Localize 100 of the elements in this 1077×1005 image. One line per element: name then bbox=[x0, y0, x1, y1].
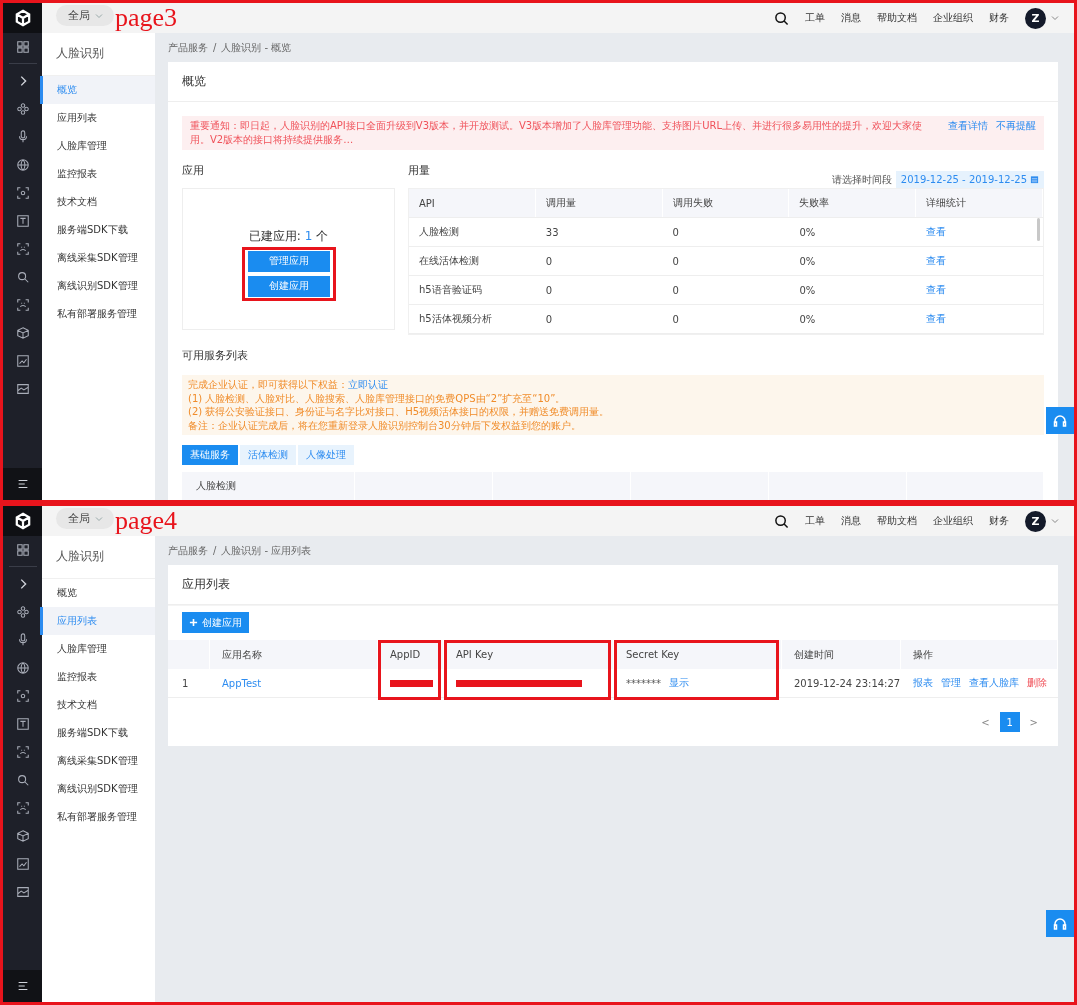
column-header: 应用名称 bbox=[210, 640, 378, 669]
magnifier-icon[interactable] bbox=[15, 773, 30, 787]
sidebar-item[interactable]: 监控报表 bbox=[40, 160, 155, 188]
sidebar-item[interactable]: 监控报表 bbox=[40, 663, 155, 691]
headset-icon[interactable] bbox=[1052, 915, 1068, 932]
app-name-link[interactable]: AppTest bbox=[222, 677, 262, 689]
banner-text: (1) 人脸检测、人脸对比、人脸搜索、人脸库管理接口的免费QPS由“2”扩充至“10”。 bbox=[188, 391, 567, 405]
calendar-icon[interactable] bbox=[1030, 175, 1039, 184]
grid-icon[interactable] bbox=[15, 40, 30, 54]
sidebar-item[interactable]: 私有部署服务管理 bbox=[40, 300, 155, 328]
nodes-icon[interactable] bbox=[15, 605, 30, 619]
nav-link[interactable]: 企业组织 bbox=[933, 514, 973, 528]
sidebar-item[interactable]: 概览 bbox=[40, 579, 155, 607]
cube-icon[interactable] bbox=[15, 326, 30, 340]
sidebar-item[interactable]: 服务端SDK下载 bbox=[40, 719, 155, 747]
image-icon[interactable] bbox=[15, 885, 30, 899]
face-frame-icon[interactable] bbox=[15, 298, 30, 312]
table-cell-text: 人脸检测 bbox=[418, 225, 460, 239]
view-link[interactable]: 查看 bbox=[926, 225, 947, 239]
sidebar-item[interactable]: 服务端SDK下载 bbox=[40, 216, 155, 244]
annotation-label: page4 bbox=[115, 508, 178, 534]
avatar[interactable]: Z bbox=[1025, 7, 1046, 29]
apps-count: 已建应用: 1 个 bbox=[248, 227, 329, 245]
column-header: 失败率 bbox=[789, 189, 917, 217]
sidebar-item[interactable]: 技术文档 bbox=[40, 188, 155, 216]
nav-link[interactable]: 消息 bbox=[841, 514, 861, 528]
search-icon[interactable] bbox=[774, 10, 789, 26]
avatar[interactable]: Z bbox=[1025, 510, 1046, 532]
scope-dropdown[interactable]: 全局 bbox=[56, 5, 114, 26]
scan-icon[interactable] bbox=[15, 689, 30, 703]
column-header: 调用量 bbox=[535, 189, 663, 217]
action-link[interactable]: 报表 bbox=[913, 676, 933, 690]
sidebar-item[interactable]: 技术文档 bbox=[40, 691, 155, 719]
chart-icon[interactable] bbox=[15, 354, 30, 368]
scan-icon[interactable] bbox=[15, 186, 30, 200]
column-header: 操作 bbox=[901, 640, 1058, 669]
sidebar-item[interactable]: 人脸库管理 bbox=[40, 132, 155, 160]
sidebar-item[interactable]: 离线识别SDK管理 bbox=[40, 775, 155, 803]
globe-icon[interactable] bbox=[15, 661, 30, 675]
sidebar-item[interactable]: 人脸库管理 bbox=[40, 635, 155, 663]
nav-link[interactable]: 帮助文档 bbox=[877, 514, 917, 528]
breadcrumb-separator: / bbox=[213, 42, 217, 53]
breadcrumb-item: 人脸识别 - 概览 bbox=[221, 40, 292, 55]
magnifier-icon[interactable] bbox=[15, 270, 30, 284]
plus-icon[interactable] bbox=[189, 618, 198, 627]
table-cell-text: 0 bbox=[671, 283, 680, 298]
nav-link[interactable]: 财务 bbox=[989, 11, 1009, 25]
banner-text: 完成企业认证，即可获得以下权益： bbox=[188, 379, 348, 390]
nodes-icon[interactable] bbox=[15, 102, 30, 116]
card-title: 概览 bbox=[168, 62, 1058, 102]
redaction-bar bbox=[390, 679, 434, 687]
column-header: 人脸检测 bbox=[182, 472, 355, 500]
headset-icon[interactable] bbox=[1052, 412, 1068, 429]
table-cell-text: 0 bbox=[671, 312, 680, 327]
face-frame-icon[interactable] bbox=[15, 242, 30, 256]
image-icon[interactable] bbox=[15, 382, 30, 396]
view-link[interactable]: 查看 bbox=[926, 283, 947, 297]
table-cell-text: 33 bbox=[544, 225, 560, 240]
next-page-button[interactable]: > bbox=[1025, 716, 1042, 728]
previous-page-button[interactable]: < bbox=[977, 716, 994, 728]
table-cell-text: h5活体视频分析 bbox=[418, 312, 493, 326]
sidebar-item[interactable]: 私有部署服务管理 bbox=[40, 803, 155, 831]
nav-link[interactable]: 工单 bbox=[805, 514, 825, 528]
nav-link[interactable]: 消息 bbox=[841, 11, 861, 25]
support-button[interactable] bbox=[1046, 910, 1074, 937]
cube-icon[interactable] bbox=[15, 829, 30, 843]
sidebar-item[interactable]: 应用列表 bbox=[40, 104, 155, 132]
breadcrumb-item[interactable]: 产品服务 bbox=[168, 543, 208, 558]
nav-link[interactable]: 工单 bbox=[805, 11, 825, 25]
table-cell-text: 0 bbox=[544, 312, 554, 327]
breadcrumb-item[interactable]: 产品服务 bbox=[168, 40, 208, 55]
action-link[interactable]: 删除 bbox=[1027, 676, 1047, 690]
globe-icon[interactable] bbox=[15, 158, 30, 172]
nav-link[interactable]: 企业组织 bbox=[933, 11, 973, 25]
action-link[interactable]: 管理 bbox=[941, 676, 961, 690]
face-frame-icon[interactable] bbox=[15, 745, 30, 759]
table-cell: 1 bbox=[168, 669, 210, 698]
table-cell: 2019-12-24 23:14:27 bbox=[782, 669, 901, 698]
notice-text: 重要通知：即日起，人脸识别的API接口全面升级到V3版本，并开放测试。V3版本增加了人脸库管理功能、支持图片URL上传、并进行很多易用性的提升，欢迎大家使用。V2版本的接口将持续提供服务… bbox=[190, 119, 924, 147]
table-cell-text: h5语音验证码 bbox=[418, 283, 483, 297]
view-link[interactable]: 查看 bbox=[926, 254, 947, 268]
nav-link[interactable]: 财务 bbox=[989, 514, 1009, 528]
support-button[interactable] bbox=[1046, 407, 1074, 434]
text-box-icon[interactable] bbox=[15, 717, 30, 731]
sidebar-item[interactable]: 离线采集SDK管理 bbox=[40, 244, 155, 272]
scope-dropdown[interactable]: 全局 bbox=[56, 508, 114, 529]
show-link[interactable]: 显示 bbox=[669, 676, 689, 690]
face-frame-icon[interactable] bbox=[15, 801, 30, 815]
action-link[interactable]: 查看人脸库 bbox=[969, 676, 1019, 690]
breadcrumb-item: 人脸识别 - 应用列表 bbox=[221, 543, 312, 558]
search-icon[interactable] bbox=[774, 513, 789, 529]
column-header: 创建时间 bbox=[782, 640, 901, 669]
view-link[interactable]: 查看 bbox=[926, 312, 947, 326]
scrollbar-thumb[interactable] bbox=[1037, 218, 1040, 241]
sidebar-item[interactable]: 离线识别SDK管理 bbox=[40, 272, 155, 300]
text-box-icon[interactable] bbox=[15, 214, 30, 228]
grid-icon[interactable] bbox=[15, 543, 30, 557]
chart-icon[interactable] bbox=[15, 857, 30, 871]
sidebar-item[interactable]: 离线采集SDK管理 bbox=[40, 747, 155, 775]
nav-link[interactable]: 帮助文档 bbox=[877, 11, 917, 25]
